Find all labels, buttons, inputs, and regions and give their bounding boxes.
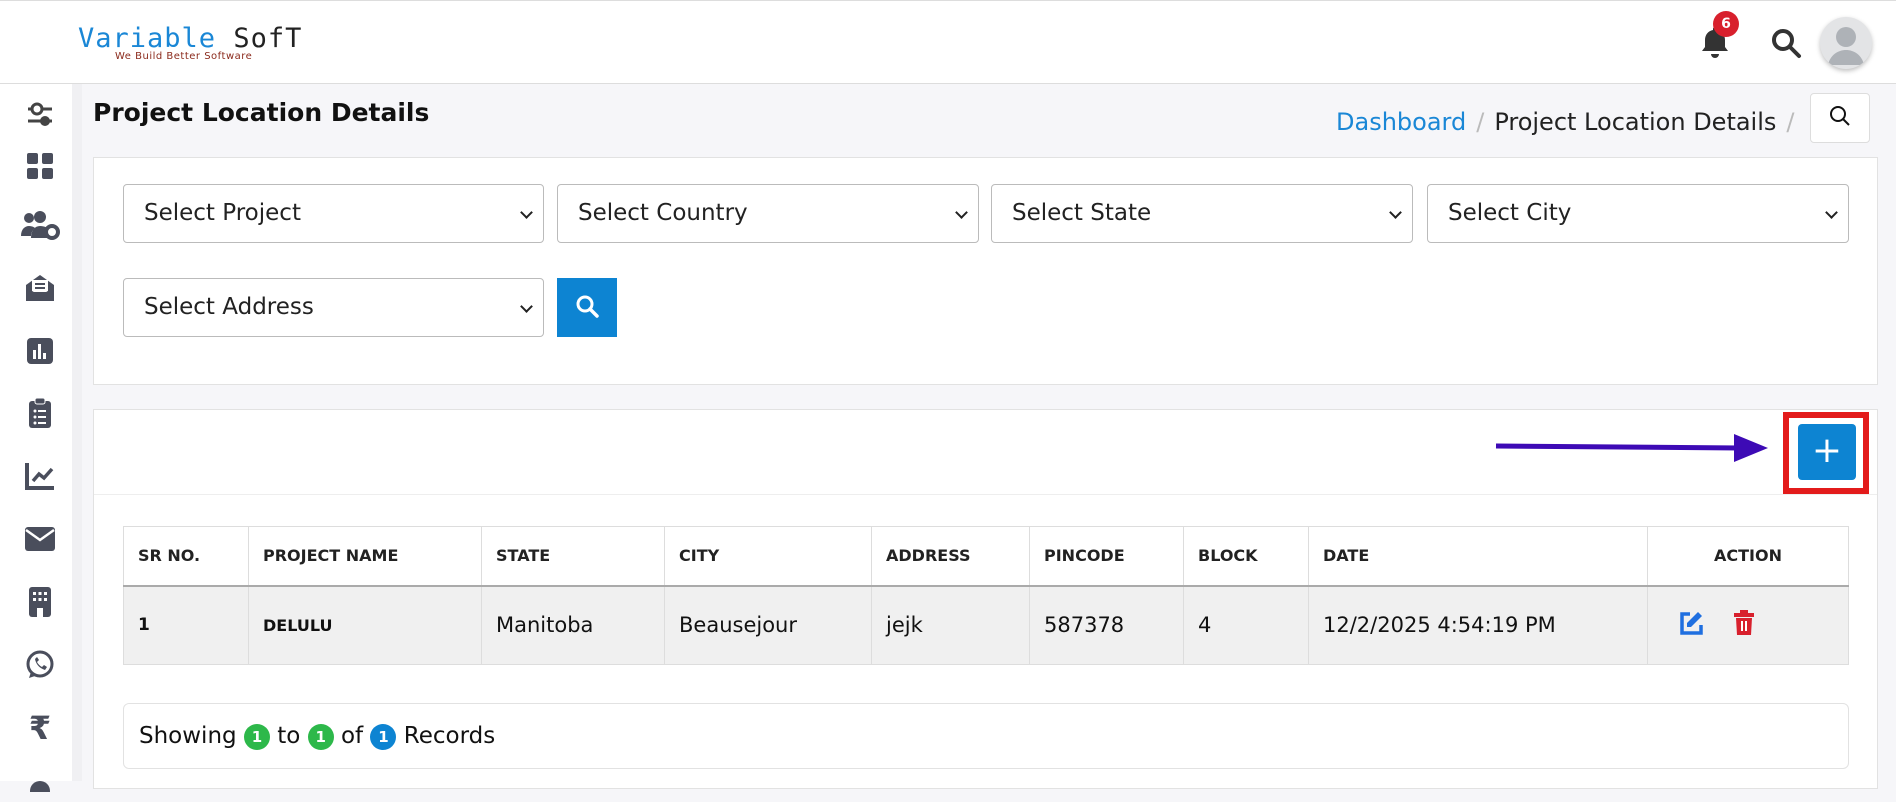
- locations-table: SR NO. PROJECT NAME STATE CITY ADDRESS P…: [123, 526, 1849, 665]
- cell-pincode: 587378: [1029, 585, 1184, 665]
- edit-icon[interactable]: [1678, 611, 1704, 641]
- showing-label: Showing: [139, 723, 237, 749]
- rupee-icon[interactable]: ₹: [20, 709, 60, 747]
- notification-badge: 6: [1713, 11, 1739, 37]
- select-country[interactable]: Select Country: [557, 184, 979, 243]
- building-icon[interactable]: [20, 585, 60, 619]
- col-action: ACTION: [1647, 526, 1849, 587]
- to-label: to: [277, 723, 301, 749]
- whatsapp-icon[interactable]: [20, 648, 60, 682]
- arrow-annotation: [1495, 434, 1768, 462]
- cell-city: Beausejour: [664, 585, 872, 665]
- cell-project-name: DELULU: [248, 585, 482, 665]
- logo-accent: SofT: [233, 23, 303, 54]
- search-icon: [575, 294, 599, 322]
- breadcrumb-separator: /: [1476, 108, 1485, 136]
- page-search-button[interactable]: [1810, 93, 1870, 143]
- breadcrumb-dashboard[interactable]: Dashboard: [1336, 108, 1466, 136]
- table-header-row: SR NO. PROJECT NAME STATE CITY ADDRESS P…: [123, 526, 1849, 587]
- dashboard-icon[interactable]: [20, 149, 60, 183]
- select-project[interactable]: Select Project: [123, 184, 544, 243]
- table-row: 1 DELULU Manitoba Beausejour jejk 587378…: [123, 585, 1849, 665]
- select-city[interactable]: Select City: [1427, 184, 1849, 243]
- cell-sr-no: 1: [123, 585, 249, 665]
- logo-text: Variable: [78, 23, 217, 54]
- breadcrumb-separator: /: [1786, 108, 1795, 136]
- avatar[interactable]: [1820, 17, 1872, 69]
- report-chart-icon[interactable]: [20, 334, 60, 368]
- line-chart-icon[interactable]: [20, 459, 60, 493]
- col-state: STATE: [481, 526, 665, 587]
- of-label: of: [340, 723, 364, 749]
- breadcrumb-current: Project Location Details: [1494, 108, 1777, 136]
- card-divider: [94, 494, 1877, 495]
- delete-icon[interactable]: [1733, 609, 1755, 641]
- sidebar: ₹: [0, 84, 82, 792]
- page-title: Project Location Details: [93, 98, 430, 127]
- envelope-icon[interactable]: [20, 522, 60, 556]
- select-state[interactable]: Select State: [991, 184, 1413, 243]
- envelope-open-icon[interactable]: [20, 271, 60, 305]
- col-city: CITY: [664, 526, 872, 587]
- location-icon[interactable]: [20, 768, 60, 802]
- from-count: 1: [243, 723, 270, 750]
- cell-address: jejk: [871, 585, 1030, 665]
- users-gear-icon[interactable]: [20, 208, 60, 242]
- top-header: Variable SofT We Build Better Software 6: [0, 0, 1896, 84]
- cell-block: 4: [1183, 585, 1309, 665]
- add-location-button[interactable]: +: [1798, 424, 1856, 480]
- cell-date: 12/2/2025 4:54:19 PM: [1308, 585, 1648, 665]
- clipboard-list-icon[interactable]: [20, 396, 60, 430]
- col-block: BLOCK: [1183, 526, 1309, 587]
- to-count: 1: [307, 723, 334, 750]
- total-count: 1: [370, 723, 397, 750]
- records-label: Records: [403, 723, 496, 749]
- cell-action: [1647, 585, 1849, 665]
- records-summary: Showing 1 to 1 of 1 Records: [123, 703, 1849, 769]
- search-icon: [1829, 105, 1851, 131]
- breadcrumb: Dashboard / Project Location Details /: [1336, 108, 1805, 136]
- col-project-name: PROJECT NAME: [248, 526, 482, 587]
- sliders-icon[interactable]: [20, 98, 60, 132]
- filter-search-button[interactable]: [557, 278, 617, 337]
- col-date: DATE: [1308, 526, 1648, 587]
- select-address[interactable]: Select Address: [123, 278, 544, 337]
- logo[interactable]: Variable SofT We Build Better Software: [78, 23, 302, 62]
- col-address: ADDRESS: [871, 526, 1030, 587]
- cell-state: Manitoba: [481, 585, 665, 665]
- search-icon[interactable]: [1770, 27, 1802, 63]
- col-sr-no: SR NO.: [123, 526, 249, 587]
- col-pincode: PINCODE: [1029, 526, 1184, 587]
